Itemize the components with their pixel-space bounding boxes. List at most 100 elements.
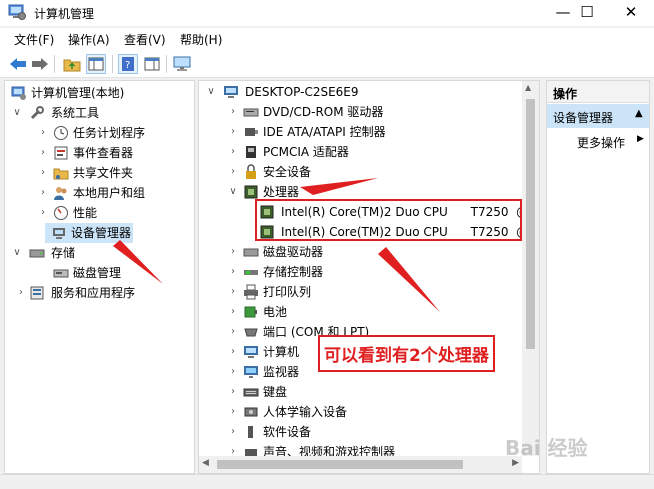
device-category[interactable]: › 声音、视频和游戏控制器 xyxy=(203,442,513,456)
vertical-scrollbar[interactable]: ▲ xyxy=(522,81,539,456)
tree-item-label: 服务和应用程序 xyxy=(51,286,136,300)
hscroll-thumb[interactable] xyxy=(217,460,463,469)
device-category[interactable]: › 安全设备 xyxy=(203,162,513,182)
collapse-arrow-icon[interactable]: ∨ xyxy=(205,82,217,102)
actions-pane: 操作 设备管理器 ▲ 更多操作 ▶ xyxy=(546,80,650,474)
expand-arrow-icon[interactable]: › xyxy=(227,322,239,342)
device-category[interactable]: › 电池 xyxy=(203,302,513,322)
expand-arrow-icon[interactable]: › xyxy=(37,203,49,223)
more-actions-label: 更多操作 xyxy=(577,136,626,150)
device-category[interactable]: › 存储控制器 xyxy=(203,262,513,282)
monitor-button[interactable] xyxy=(172,54,192,74)
tree-item-task-scheduler[interactable]: › 任务计划程序 xyxy=(9,123,189,143)
device-category-label: DVD/CD-ROM 驱动器 xyxy=(263,105,384,119)
actions-selected-header[interactable]: 设备管理器 ▲ xyxy=(547,104,649,128)
storage-icon xyxy=(29,249,45,258)
up-folder-button[interactable] xyxy=(62,54,82,74)
device-tree-root[interactable]: ∨ DESKTOP-C2SE6E9 xyxy=(203,82,513,102)
status-bar xyxy=(0,474,654,489)
scroll-up-icon[interactable]: ▲ xyxy=(525,83,531,92)
device-category-label: 软件设备 xyxy=(263,425,312,439)
collapse-arrow-icon[interactable]: ∨ xyxy=(11,103,23,123)
expand-arrow-icon[interactable]: › xyxy=(227,102,239,122)
forward-button[interactable] xyxy=(30,54,50,74)
device-category[interactable]: › 键盘 xyxy=(203,382,513,402)
tree-item-services-apps[interactable]: › 服务和应用程序 xyxy=(9,283,189,303)
scroll-left-icon[interactable]: ◀ xyxy=(202,458,209,468)
show-hide-tree-button[interactable] xyxy=(86,54,106,74)
expand-arrow-icon[interactable]: › xyxy=(37,143,49,163)
expand-arrow-icon[interactable]: › xyxy=(227,122,239,142)
tree-item-disk-management[interactable]: 磁盘管理 xyxy=(9,263,189,283)
expand-arrow-icon[interactable]: › xyxy=(227,362,239,382)
dvd-drive-icon xyxy=(243,108,259,117)
menu-bar: 文件(F) 操作(A) 查看(V) 帮助(H) xyxy=(0,28,654,50)
expand-arrow-icon[interactable]: › xyxy=(227,142,239,162)
annotation-label: 可以看到有2个处理器 xyxy=(318,335,495,372)
expand-arrow-icon[interactable]: › xyxy=(37,183,49,203)
actions-selected-label: 设备管理器 xyxy=(553,111,614,125)
tree-item-system-tools[interactable]: ∨ 系统工具 xyxy=(9,103,189,123)
expand-arrow-icon[interactable]: › xyxy=(227,342,239,362)
tree-item-local-users[interactable]: › 本地用户和组 xyxy=(9,183,189,203)
expand-arrow-icon[interactable]: › xyxy=(227,442,239,456)
tree-item-label: 磁盘管理 xyxy=(73,266,122,280)
expand-arrow-icon[interactable]: › xyxy=(227,262,239,282)
menu-file[interactable]: 文件(F) xyxy=(14,31,54,48)
tree-root[interactable]: 计算机管理(本地) xyxy=(9,83,189,103)
back-button[interactable] xyxy=(8,54,28,74)
expand-arrow-icon[interactable]: › xyxy=(227,302,239,322)
maximize-button[interactable]: ☐ xyxy=(564,0,610,26)
tree-item-label: 事件查看器 xyxy=(73,146,134,160)
menu-action[interactable]: 操作(A) xyxy=(68,31,110,48)
monitor-icon xyxy=(244,366,258,378)
device-category[interactable]: › DVD/CD-ROM 驱动器 xyxy=(203,102,513,122)
tree-item-label: 性能 xyxy=(73,206,98,220)
security-device-icon xyxy=(246,164,256,179)
submenu-arrow-icon: ▶ xyxy=(637,134,644,144)
expand-arrow-icon[interactable]: › xyxy=(227,422,239,442)
tree-item-shared-folders[interactable]: › 共享文件夹 xyxy=(9,163,189,183)
expand-arrow-icon[interactable]: › xyxy=(227,382,239,402)
tree-root-label: 计算机管理(本地) xyxy=(31,86,125,100)
clock-icon xyxy=(54,126,68,140)
printer-icon xyxy=(244,284,258,300)
properties-pane-button[interactable] xyxy=(142,54,162,74)
device-category-label: 键盘 xyxy=(263,385,288,399)
close-button[interactable]: ✕ xyxy=(608,0,654,26)
device-category[interactable]: › 软件设备 xyxy=(203,422,513,442)
device-tree-pane: ∨ DESKTOP-C2SE6E9 › DVD/CD-ROM 驱动器 › IDE… xyxy=(198,80,540,474)
more-actions-item[interactable]: 更多操作 ▶ xyxy=(547,131,649,151)
expand-arrow-icon[interactable]: › xyxy=(227,162,239,182)
device-category[interactable]: › 人体学输入设备 xyxy=(203,402,513,422)
watermark: Bai 经验 xyxy=(505,436,588,460)
tree-item-performance[interactable]: › 性能 xyxy=(9,203,189,223)
collapse-arrow-icon[interactable]: ∨ xyxy=(11,243,23,263)
expand-arrow-icon[interactable]: › xyxy=(227,242,239,262)
menu-help[interactable]: 帮助(H) xyxy=(180,31,222,48)
tree-item-label: 任务计划程序 xyxy=(73,126,146,140)
expand-arrow-icon[interactable]: › xyxy=(15,283,27,303)
scrollbar-thumb[interactable] xyxy=(526,99,535,349)
help-button[interactable]: ? xyxy=(118,54,138,74)
help-book-icon: ? xyxy=(122,57,134,71)
expand-arrow-icon[interactable]: › xyxy=(37,123,49,143)
expand-arrow-icon[interactable]: › xyxy=(227,402,239,422)
tree-item-storage[interactable]: ∨ 存储 xyxy=(9,243,189,263)
device-category[interactable]: › IDE ATA/ATAPI 控制器 xyxy=(203,122,513,142)
device-category[interactable]: › 磁盘驱动器 xyxy=(203,242,513,262)
tree-item-device-manager[interactable]: 设备管理器 xyxy=(45,223,133,243)
expand-arrow-icon[interactable]: › xyxy=(227,282,239,302)
device-category[interactable]: › PCMCIA 适配器 xyxy=(203,142,513,162)
tree-item-event-viewer[interactable]: › 事件查看器 xyxy=(9,143,189,163)
device-category-label: 磁盘驱动器 xyxy=(263,245,324,259)
collapse-arrow-icon[interactable]: ∨ xyxy=(227,182,239,202)
menu-view[interactable]: 查看(V) xyxy=(124,31,166,48)
device-category-label: 安全设备 xyxy=(263,165,312,179)
horizontal-scrollbar[interactable]: ◀ ▶ xyxy=(199,456,522,473)
device-category[interactable]: › 打印队列 xyxy=(203,282,513,302)
computer-name: DESKTOP-C2SE6E9 xyxy=(245,85,359,99)
expand-arrow-icon[interactable]: › xyxy=(37,163,49,183)
window-title: 计算机管理 xyxy=(34,7,95,21)
triangle-up-icon[interactable]: ▲ xyxy=(635,108,643,119)
